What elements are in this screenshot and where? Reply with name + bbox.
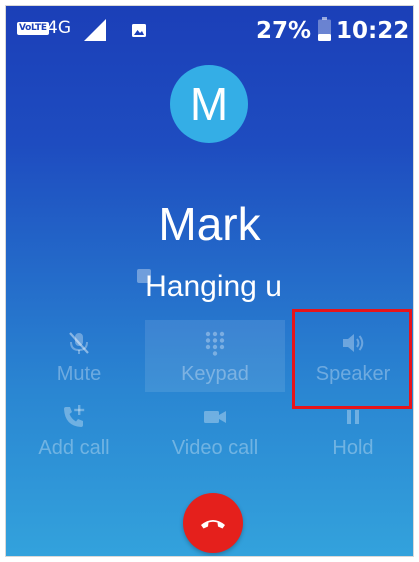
call-end-icon (201, 520, 225, 529)
in-call-screen: VoLTE 4G 27% 10:22 M Mark Hanging u Mute… (5, 5, 414, 557)
caller-initial: M (189, 78, 229, 130)
call-status-row: Hanging u (6, 269, 413, 305)
add-call-label: Add call (38, 437, 110, 459)
videocam-icon (204, 411, 226, 423)
keypad-button[interactable]: Keypad (145, 320, 285, 392)
mute-label: Mute (56, 363, 102, 385)
caller-name: Mark (158, 198, 261, 250)
speaker-highlight-box (292, 309, 412, 409)
clock: 10:22 (336, 18, 410, 44)
status-bar: VoLTE 4G 27% 10:22 (6, 6, 413, 58)
end-call-button[interactable] (183, 493, 243, 553)
volte-indicator: VoLTE (17, 22, 49, 35)
keypad-label: Keypad (181, 363, 249, 385)
battery-percent: 27% (256, 18, 312, 44)
gallery-notification-icon (132, 24, 146, 37)
battery-icon (318, 17, 331, 41)
add-call-icon (64, 405, 85, 427)
add-call-button[interactable]: Add call (6, 394, 142, 466)
video-call-label: Video call (171, 437, 259, 459)
call-status: Hanging u (145, 270, 282, 303)
caller-avatar: M (170, 65, 248, 143)
network-type: 4G (47, 18, 71, 38)
mic-off-icon (69, 332, 89, 354)
video-call-button[interactable]: Video call (145, 394, 285, 466)
dialpad-icon (205, 331, 225, 356)
hold-label: Hold (332, 437, 374, 459)
mute-button[interactable]: Mute (11, 320, 147, 392)
signal-strength-icon (84, 19, 106, 41)
